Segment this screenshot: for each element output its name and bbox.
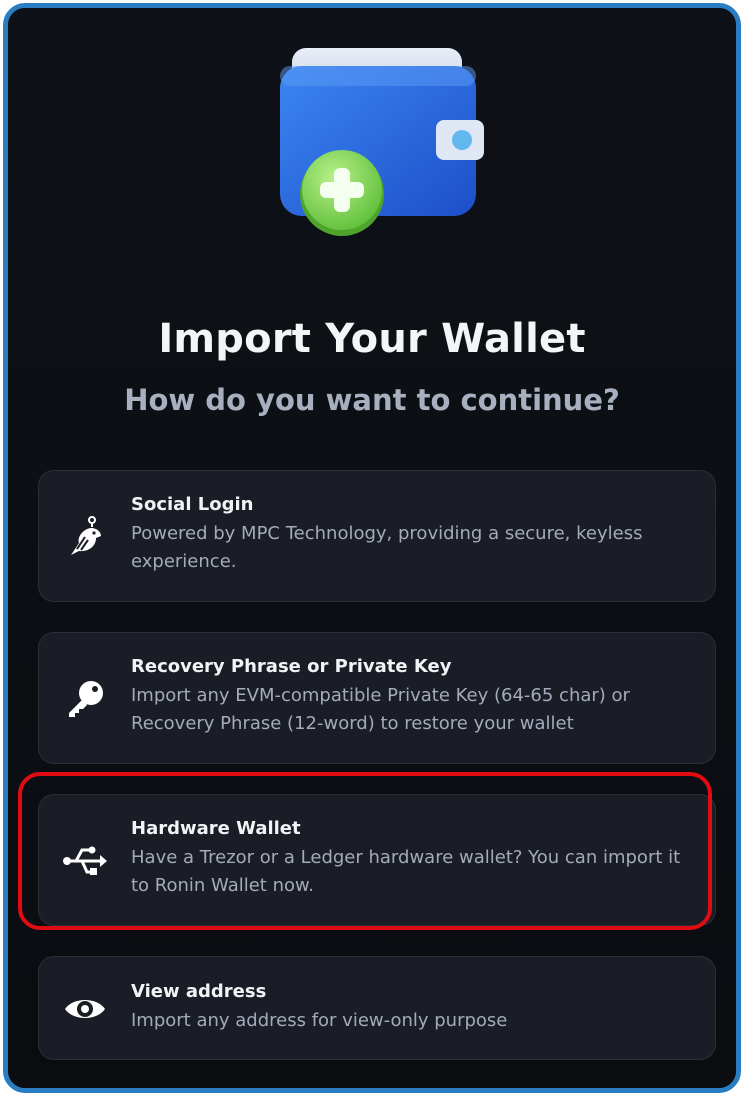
eye-icon bbox=[61, 985, 109, 1033]
recovery-phrase-option[interactable]: Recovery Phrase or Private Key Import an… bbox=[38, 632, 716, 764]
hardware-wallet-option[interactable]: Hardware Wallet Have a Trezor or a Ledge… bbox=[38, 794, 716, 926]
option-label: View address bbox=[131, 981, 267, 1002]
usb-icon bbox=[61, 837, 109, 885]
view-address-option[interactable]: View address Import any address for view… bbox=[38, 956, 716, 1060]
app-frame: Import Your Wallet How do you want to co… bbox=[3, 3, 741, 1093]
option-description: Import any EVM-compatible Private Key (6… bbox=[131, 685, 630, 734]
key-icon bbox=[61, 675, 109, 723]
wallet-plus-illustration bbox=[280, 48, 484, 236]
view-address-text: View address Import any address for view… bbox=[131, 980, 691, 1035]
option-label: Social Login bbox=[131, 494, 254, 515]
option-description: Import any address for view-only purpose bbox=[131, 1010, 508, 1031]
ronin-bird-icon bbox=[61, 513, 109, 561]
option-description: Have a Trezor or a Ledger hardware walle… bbox=[131, 847, 681, 896]
page-title: Import Your Wallet bbox=[158, 316, 586, 362]
import-wallet-panel: Import Your Wallet How do you want to co… bbox=[8, 8, 736, 1088]
social-login-option[interactable]: Social Login Powered by MPC Technology, … bbox=[38, 470, 716, 602]
page-subtitle: How do you want to continue? bbox=[124, 383, 620, 417]
hardware-wallet-text: Hardware Wallet Have a Trezor or a Ledge… bbox=[131, 817, 691, 900]
option-label: Hardware Wallet bbox=[131, 818, 301, 839]
option-description: Powered by MPC Technology, providing a s… bbox=[131, 523, 643, 572]
social-login-text: Social Login Powered by MPC Technology, … bbox=[131, 493, 691, 576]
option-label: Recovery Phrase or Private Key bbox=[131, 656, 452, 677]
recovery-phrase-text: Recovery Phrase or Private Key Import an… bbox=[131, 655, 691, 738]
